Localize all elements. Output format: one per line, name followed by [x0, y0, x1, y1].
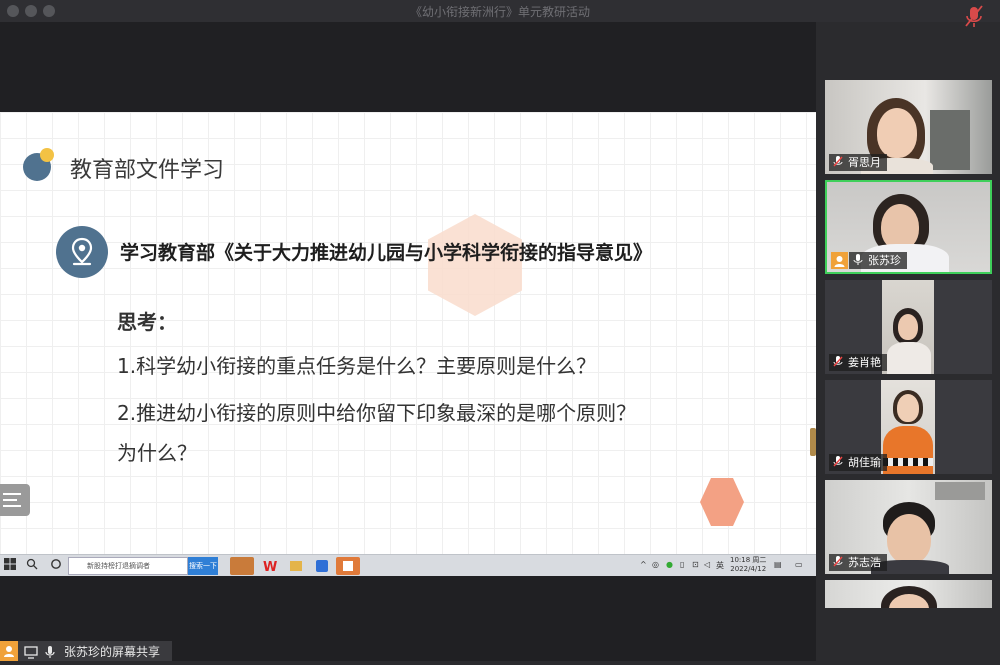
participant-name: 胥思月	[829, 154, 887, 171]
presenter-badge-icon	[0, 641, 18, 661]
tray-expand-icon[interactable]: ^	[640, 560, 647, 569]
avatar-face	[887, 514, 931, 564]
taskbar-app-meeting[interactable]	[310, 557, 334, 575]
tray-app-icon[interactable]: ◎	[652, 560, 659, 569]
taskbar-app-wps[interactable]: W	[258, 557, 282, 575]
mic-icon	[45, 644, 55, 663]
question-2-continued: 为什么？	[117, 441, 197, 465]
question-1: 1.科学幼小衔接的重点任务是什么？主要原则是什么？	[117, 354, 597, 378]
window-titlebar: 《幼小衔接新洲行》单元教研活动	[0, 0, 1000, 22]
participant-tile[interactable]: 胥思月	[825, 80, 992, 174]
document-title: 学习教育部《关于大力推进幼儿园与小学科学衔接的指导意见》	[120, 242, 653, 264]
tray-battery-icon[interactable]: ▯	[680, 560, 684, 569]
decorative-hexagon-small	[700, 478, 744, 526]
slide-heading: 教育部文件学习	[70, 158, 225, 183]
shared-screen-stage: 教育部文件学习 学习教育部《关于大力推进幼儿园与小学科学衔接的指导意见》 思考：…	[0, 22, 816, 661]
participant-tile-partial[interactable]	[825, 580, 992, 608]
cortana-icon[interactable]	[48, 558, 64, 574]
svg-text:W: W	[263, 560, 277, 575]
windows-start-icon[interactable]	[2, 558, 18, 574]
screen-share-icon	[24, 644, 38, 663]
participant-name: 张苏珍	[849, 252, 907, 269]
taskbar-search-button[interactable]: 搜索一下	[188, 557, 218, 575]
mic-muted-icon	[833, 356, 843, 367]
location-pin-icon	[56, 226, 108, 278]
clock-date: 2022/4/12	[730, 565, 767, 573]
avatar-face	[898, 314, 918, 340]
search-icon[interactable]	[24, 558, 40, 574]
remote-taskbar: 新股持榜打退摘调者 搜索一下 W ^ ◎ ● ▯ ⊡ ◁ 英 10:18 周二 …	[0, 554, 816, 576]
screen-share-label: 张苏珍的屏幕共享	[64, 645, 161, 659]
taskbar-clock[interactable]: 10:18 周二 2022/4/12	[730, 556, 766, 574]
think-label: 思考：	[117, 310, 177, 334]
mute-all-button[interactable]	[956, 0, 992, 34]
question-2: 2.推进幼小衔接的原则中给你留下印象最深的是哪个原则？	[117, 401, 637, 425]
participant-name: 苏志浩	[829, 554, 887, 571]
participant-tile[interactable]: 姜肖艳	[825, 280, 992, 374]
tray-network-icon[interactable]: ⊡	[692, 560, 699, 569]
notification-icon[interactable]: ▤	[774, 560, 782, 569]
participant-name: 胡佳瑜	[829, 454, 887, 471]
tray-volume-icon[interactable]: ◁	[704, 560, 710, 569]
mic-muted-icon	[833, 556, 843, 567]
tray-wechat-icon[interactable]: ●	[666, 560, 673, 569]
participant-tile[interactable]: 胡佳瑜	[825, 380, 992, 474]
participant-name: 姜肖艳	[829, 354, 887, 371]
menu-icon	[3, 493, 21, 495]
taskbar-app-folder[interactable]	[284, 557, 308, 575]
heading-bullet-accent	[40, 148, 54, 162]
clock-time: 10:18 周二	[730, 556, 767, 564]
mic-muted-icon	[965, 5, 983, 27]
bookshelf	[930, 110, 970, 170]
avatar-face	[897, 394, 919, 422]
participant-tile[interactable]: 苏志浩	[825, 480, 992, 574]
avatar-face	[877, 108, 917, 158]
ime-indicator[interactable]: 英	[716, 560, 724, 571]
window-title: 《幼小衔接新洲行》单元教研活动	[409, 5, 590, 19]
host-badge-icon	[831, 252, 848, 269]
slide-menu-button[interactable]	[0, 484, 30, 516]
taskbar-search-input[interactable]: 新股持榜打退摘调者	[68, 557, 188, 575]
presentation-slide: 教育部文件学习 学习教育部《关于大力推进幼儿园与小学科学衔接的指导意见》 思考：…	[0, 112, 816, 562]
mic-icon	[853, 254, 863, 265]
taskbar-app-slides[interactable]	[336, 557, 360, 575]
decorative-hexagon	[428, 214, 522, 316]
mic-muted-icon	[833, 456, 843, 467]
mic-muted-icon	[833, 156, 843, 167]
participant-tile-active[interactable]: 张苏珍	[825, 180, 992, 274]
show-desktop-icon[interactable]: ▭	[795, 560, 803, 569]
screen-share-bar: 张苏珍的屏幕共享	[0, 641, 172, 661]
taskbar-app-chrome[interactable]	[230, 557, 254, 575]
